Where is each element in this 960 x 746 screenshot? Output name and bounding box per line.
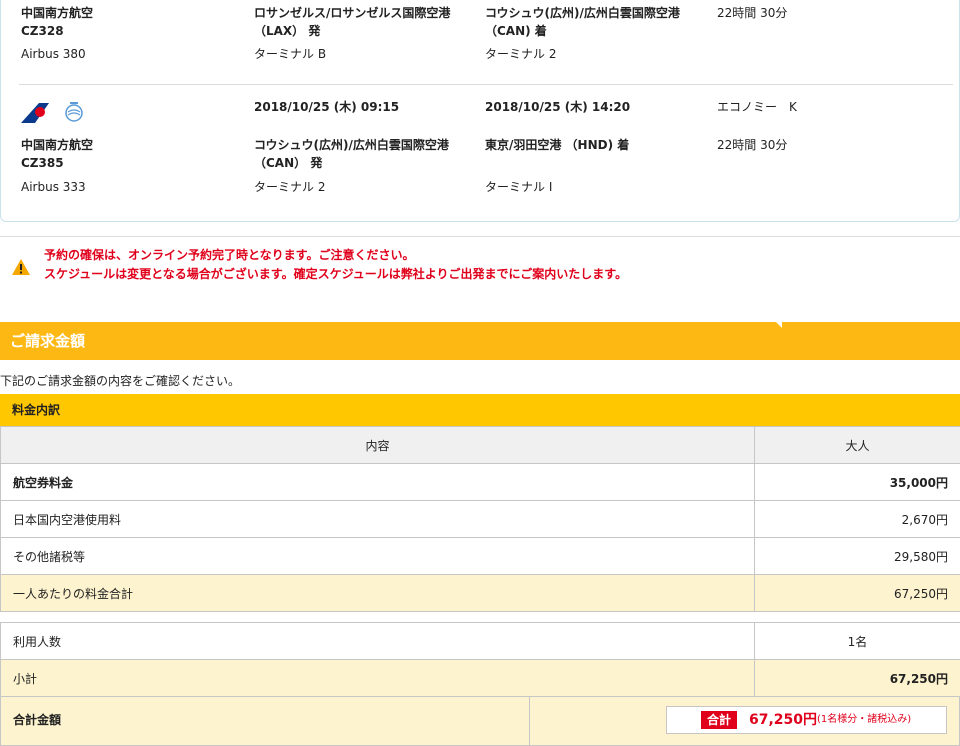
subtotal-value: 67,250円 [754,659,960,697]
flight-number: CZ328 [21,24,64,38]
column-header-adult: 大人 [754,426,960,464]
passengers-label: 利用人数 [0,622,755,660]
airline-name: 中国南方航空 [21,138,94,152]
warning-icon [12,259,30,275]
flight-leg-2: 2018/10/25 (木) 09:15 2018/10/25 (木) 14:2… [1,85,960,205]
departure-terminal: ターミナル B [254,47,327,61]
arrival-code: （CAN) 着 [485,24,547,38]
row-value: 67,250円 [754,574,960,612]
flight-leg-1: 中国南方航空 CZ328 Airbus 380 ロサンゼルス/ロサンゼルス国際空… [1,0,960,84]
arrival-terminal: ターミナル I [485,180,553,194]
departure-airport: コウシュウ(広州)/広州白雲国際空港 [254,138,449,152]
aircraft-type: Airbus 333 [21,180,86,194]
skyteam-logo-icon [65,102,83,122]
arrival-datetime: 2018/10/25 (木) 14:20 [485,100,631,114]
warning-notice: 予約の確保は、オンライン予約完了時となります。ご注意ください。 スケジュールは変… [0,236,960,288]
row-value: 2,670円 [754,500,960,538]
total-note: (1名様分・諸税込み) [817,714,912,725]
warning-line-2: スケジュールは変更となる場合がございます。確定スケジュールは弊社よりご出発までに… [44,267,628,281]
table-row: 小計 67,250円 [0,659,960,697]
column-header-content: 内容 [0,426,755,464]
row-value: 35,000円 [754,463,960,501]
arrival-airport: コウシュウ(広州)/広州白雲国際空港 [485,6,680,20]
row-label: 航空券料金 [0,463,755,501]
fare-breakdown-title: 料金内訳 [12,403,61,417]
table-row: 一人あたりの料金合計 67,250円 [0,574,960,612]
departure-terminal: ターミナル 2 [254,180,326,194]
aircraft-type: Airbus 380 [21,47,86,61]
airline-name: 中国南方航空 [21,6,94,20]
total-label: 合計金額 [13,713,62,727]
fare-breakdown-table: 内容 大人 航空券料金 35,000円 日本国内空港使用料 2,670円 その他… [0,426,960,612]
total-amount: 67,250円 [749,712,818,728]
table-header-row: 内容 大人 [0,426,960,464]
total-badge: 合計 [701,711,737,729]
row-label: 一人あたりの料金合計 [0,574,755,612]
subtotal-label: 小計 [0,659,755,697]
warning-line-1: 予約の確保は、オンライン予約完了時となります。ご注意ください。 [44,248,415,262]
total-amount-row: 合計金額 合計 67,250円 (1名様分・諸税込み) [0,697,960,746]
row-label: その他諸税等 [0,537,755,575]
billing-header: ご請求金額 [0,322,960,360]
departure-code: （CAN） 発 [254,156,323,170]
table-row: 日本国内空港使用料 2,670円 [0,500,960,538]
billing-description: 下記のご請求金額の内容をご確認ください。 [0,374,241,388]
arrival-terminal: ターミナル 2 [485,47,557,61]
departure-datetime: 2018/10/25 (木) 09:15 [254,100,400,114]
cabin-class: エコノミー K [717,100,797,114]
departure-airport: ロサンゼルス/ロサンゼルス国際空港 [254,6,451,20]
flight-duration: 22時間 30分 [717,6,788,20]
fare-breakdown-header: 料金内訳 [0,394,960,426]
flight-duration: 22時間 30分 [717,138,788,152]
total-amount-box: 合計 67,250円 (1名様分・諸税込み) [666,706,947,734]
header-notch [776,322,782,328]
passenger-subtotal-table: 利用人数 1名 小計 67,250円 [0,622,960,697]
flight-details-panel: 中国南方航空 CZ328 Airbus 380 ロサンゼルス/ロサンゼルス国際空… [0,0,960,222]
table-row: 利用人数 1名 [0,622,960,660]
passengers-value: 1名 [754,622,960,660]
total-divider [529,697,530,746]
row-label: 日本国内空港使用料 [0,500,755,538]
flight-number: CZ385 [21,156,64,170]
arrival-airport: 東京/羽田空港 （HND) 着 [485,138,630,152]
china-southern-logo-icon [21,103,49,123]
departure-code: （LAX） 発 [254,24,321,38]
row-value: 29,580円 [754,537,960,575]
billing-title: ご請求金額 [10,332,86,350]
table-row: 航空券料金 35,000円 [0,463,960,501]
table-row: その他諸税等 29,580円 [0,537,960,575]
